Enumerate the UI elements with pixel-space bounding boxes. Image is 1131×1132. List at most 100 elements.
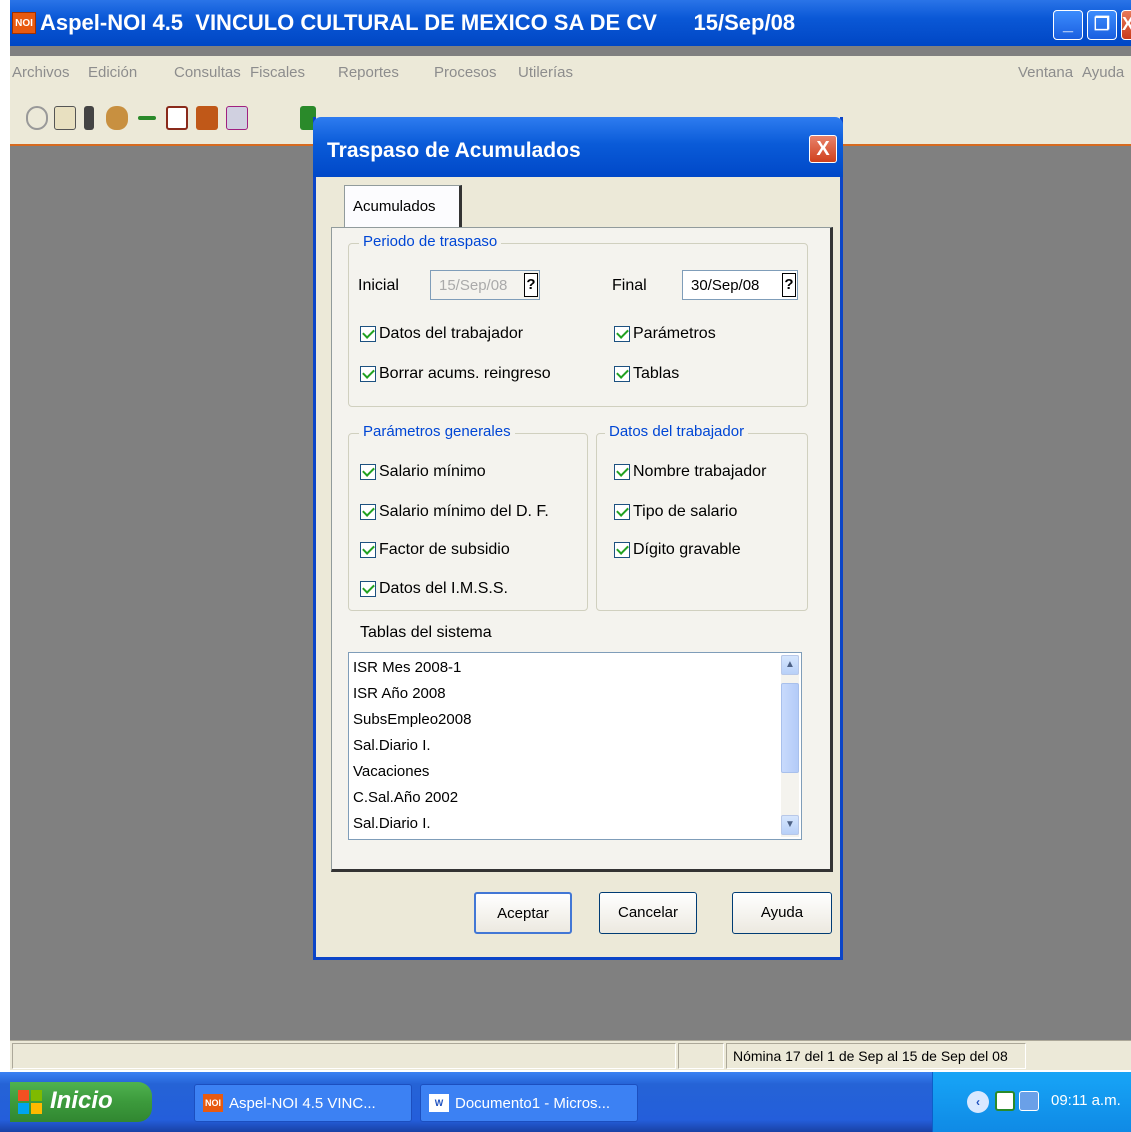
parametros-checkbox[interactable]: Parámetros bbox=[614, 322, 716, 346]
refresh-icon[interactable] bbox=[26, 106, 48, 130]
menu-ayuda[interactable]: Ayuda bbox=[1082, 64, 1124, 81]
list-item[interactable]: ISR Mes 2008-1 bbox=[353, 659, 461, 676]
menu-archivos[interactable]: Archivos bbox=[12, 64, 70, 81]
ayuda-button[interactable]: Ayuda bbox=[732, 892, 832, 934]
inicial-help-button[interactable]: ? bbox=[524, 273, 538, 297]
scroll-thumb[interactable] bbox=[781, 683, 799, 773]
scroll-down-icon[interactable]: ▼ bbox=[781, 815, 799, 835]
menu-utilerias[interactable]: Utilerías bbox=[518, 64, 573, 81]
final-field[interactable]: 30/Sep/08 bbox=[682, 270, 798, 300]
checkbox-label: Salario mínimo bbox=[379, 463, 486, 480]
checkbox-box[interactable] bbox=[614, 542, 630, 558]
schedule-icon[interactable] bbox=[226, 106, 248, 130]
borrar-acums-checkbox[interactable]: Borrar acums. reingreso bbox=[360, 362, 551, 386]
checkbox-label: Tablas bbox=[633, 365, 680, 382]
nombre-trabajador-checkbox[interactable]: Nombre trabajador bbox=[614, 460, 766, 484]
list-item[interactable]: SubsEmpleo2008 bbox=[353, 711, 471, 728]
datos-trabajador-title: Datos del trabajador bbox=[605, 423, 749, 440]
checkbox-box[interactable] bbox=[360, 504, 376, 520]
checkbox-box[interactable] bbox=[360, 581, 376, 597]
network-icon[interactable] bbox=[1019, 1091, 1039, 1111]
title-bar[interactable]: NOI Aspel-NOI 4.5 VINCULO CULTURAL DE ME… bbox=[10, 0, 1131, 46]
task-documento1[interactable]: W Documento1 - Micros... bbox=[420, 1084, 638, 1122]
dialog-close-button[interactable]: X bbox=[809, 135, 837, 163]
exit-icon[interactable] bbox=[196, 106, 218, 130]
cancelar-button[interactable]: Cancelar bbox=[599, 892, 697, 934]
dialog-title-bar[interactable]: Traspaso de Acumulados X bbox=[313, 117, 843, 177]
minimize-button[interactable]: _ bbox=[1053, 10, 1083, 40]
checkbox-label: Dígito gravable bbox=[633, 541, 741, 558]
checkbox-label: Datos del I.M.S.S. bbox=[379, 580, 508, 597]
checkbox-label: Datos del trabajador bbox=[379, 325, 524, 342]
traspaso-dialog: Traspaso de Acumulados X Acumulados Peri… bbox=[313, 117, 843, 960]
periodo-title: Periodo de traspaso bbox=[359, 233, 502, 250]
list-item[interactable]: C.Sal.Año 2002 bbox=[353, 789, 458, 806]
inicial-label: Inicial bbox=[358, 277, 399, 294]
scroll-up-icon[interactable]: ▲ bbox=[781, 655, 799, 675]
checkbox-label: Factor de subsidio bbox=[379, 541, 510, 558]
menu-edicion[interactable]: Edición bbox=[88, 64, 137, 81]
checkbox-box[interactable] bbox=[360, 326, 376, 342]
checkbox-box[interactable] bbox=[614, 366, 630, 382]
digito-gravable-checkbox[interactable]: Dígito gravable bbox=[614, 538, 741, 562]
checkbox-box[interactable] bbox=[360, 542, 376, 558]
menu-procesos[interactable]: Procesos bbox=[434, 64, 497, 81]
noi-icon: NOI bbox=[203, 1094, 223, 1112]
list-item[interactable]: Sal.Diario I. bbox=[353, 737, 431, 754]
report-icon[interactable] bbox=[54, 106, 76, 130]
final-label: Final bbox=[612, 277, 647, 294]
checkbox-label: Salario mínimo del D. F. bbox=[379, 503, 549, 520]
menu-fiscales[interactable]: Fiscales bbox=[250, 64, 305, 81]
menu-bar: Archivos Edición Consultas Fiscales Repo… bbox=[10, 56, 1131, 90]
checkbox-box[interactable] bbox=[614, 326, 630, 342]
tab-label: Acumulados bbox=[353, 198, 436, 215]
list-item[interactable]: ISR Año 2008 bbox=[353, 685, 446, 702]
salario-minimo-checkbox[interactable]: Salario mínimo bbox=[360, 460, 486, 484]
checkbox-label: Tipo de salario bbox=[633, 503, 738, 520]
list-scrollbar[interactable]: ▲ ▼ bbox=[781, 655, 799, 837]
window-title: Aspel-NOI 4.5 VINCULO CULTURAL DE MEXICO… bbox=[40, 10, 796, 35]
aceptar-button[interactable]: Aceptar bbox=[474, 892, 572, 934]
list-item[interactable]: Vacaciones bbox=[353, 763, 429, 780]
task-aspel-noi[interactable]: NOI Aspel-NOI 4.5 VINC... bbox=[194, 1084, 412, 1122]
tablas-list[interactable]: ISR Mes 2008-1 ISR Año 2008 SubsEmpleo20… bbox=[348, 652, 802, 840]
add-icon[interactable] bbox=[138, 116, 156, 120]
nomina-status: Nómina 17 del 1 de Sep al 15 de Sep del … bbox=[733, 1048, 1008, 1064]
maximize-button[interactable]: ❐ bbox=[1087, 10, 1117, 40]
start-button[interactable]: Inicio bbox=[10, 1082, 152, 1122]
employees-icon[interactable] bbox=[106, 106, 128, 130]
show-hidden-icons-icon[interactable]: ‹ bbox=[967, 1091, 989, 1113]
windows-logo-icon bbox=[18, 1090, 42, 1114]
factor-subsidio-checkbox[interactable]: Factor de subsidio bbox=[360, 538, 510, 562]
checkbox-label: Parámetros bbox=[633, 325, 716, 342]
status-cell-empty bbox=[12, 1043, 676, 1069]
clock: 09:11 a.m. bbox=[1051, 1092, 1121, 1109]
menu-reportes[interactable]: Reportes bbox=[338, 64, 399, 81]
dialog-title: Traspaso de Acumulados bbox=[327, 139, 581, 162]
task-label: Aspel-NOI 4.5 VINC... bbox=[229, 1095, 376, 1112]
final-help-button[interactable]: ? bbox=[782, 273, 796, 297]
checkbox-box[interactable] bbox=[614, 504, 630, 520]
calendar-icon[interactable] bbox=[166, 106, 188, 130]
tipo-salario-checkbox[interactable]: Tipo de salario bbox=[614, 500, 737, 524]
datos-trabajador-checkbox[interactable]: Datos del trabajador bbox=[360, 322, 523, 346]
parametros-title: Parámetros generales bbox=[359, 423, 515, 440]
menu-consultas[interactable]: Consultas bbox=[174, 64, 241, 81]
checkbox-label: Borrar acums. reingreso bbox=[379, 365, 551, 382]
system-tray: ‹ 09:11 a.m. bbox=[932, 1072, 1131, 1132]
salario-minimo-df-checkbox[interactable]: Salario mínimo del D. F. bbox=[360, 500, 549, 524]
close-window-button[interactable]: X bbox=[1121, 10, 1131, 40]
checkbox-box[interactable] bbox=[360, 366, 376, 382]
tablas-checkbox[interactable]: Tablas bbox=[614, 362, 679, 386]
list-item[interactable]: Sal.Diario I. bbox=[353, 815, 431, 832]
checkbox-box[interactable] bbox=[360, 464, 376, 480]
worker-icon[interactable] bbox=[84, 106, 94, 130]
datos-imss-checkbox[interactable]: Datos del I.M.S.S. bbox=[360, 577, 508, 601]
status-cell-small bbox=[678, 1043, 724, 1069]
tab-acumulados[interactable]: Acumulados bbox=[344, 185, 462, 227]
menu-ventana[interactable]: Ventana bbox=[1018, 64, 1073, 81]
status-bar: Nómina 17 del 1 de Sep al 15 de Sep del … bbox=[10, 1040, 1131, 1070]
tablas-label: Tablas del sistema bbox=[360, 624, 492, 641]
checkbox-box[interactable] bbox=[614, 464, 630, 480]
antivirus-icon[interactable] bbox=[995, 1091, 1015, 1111]
